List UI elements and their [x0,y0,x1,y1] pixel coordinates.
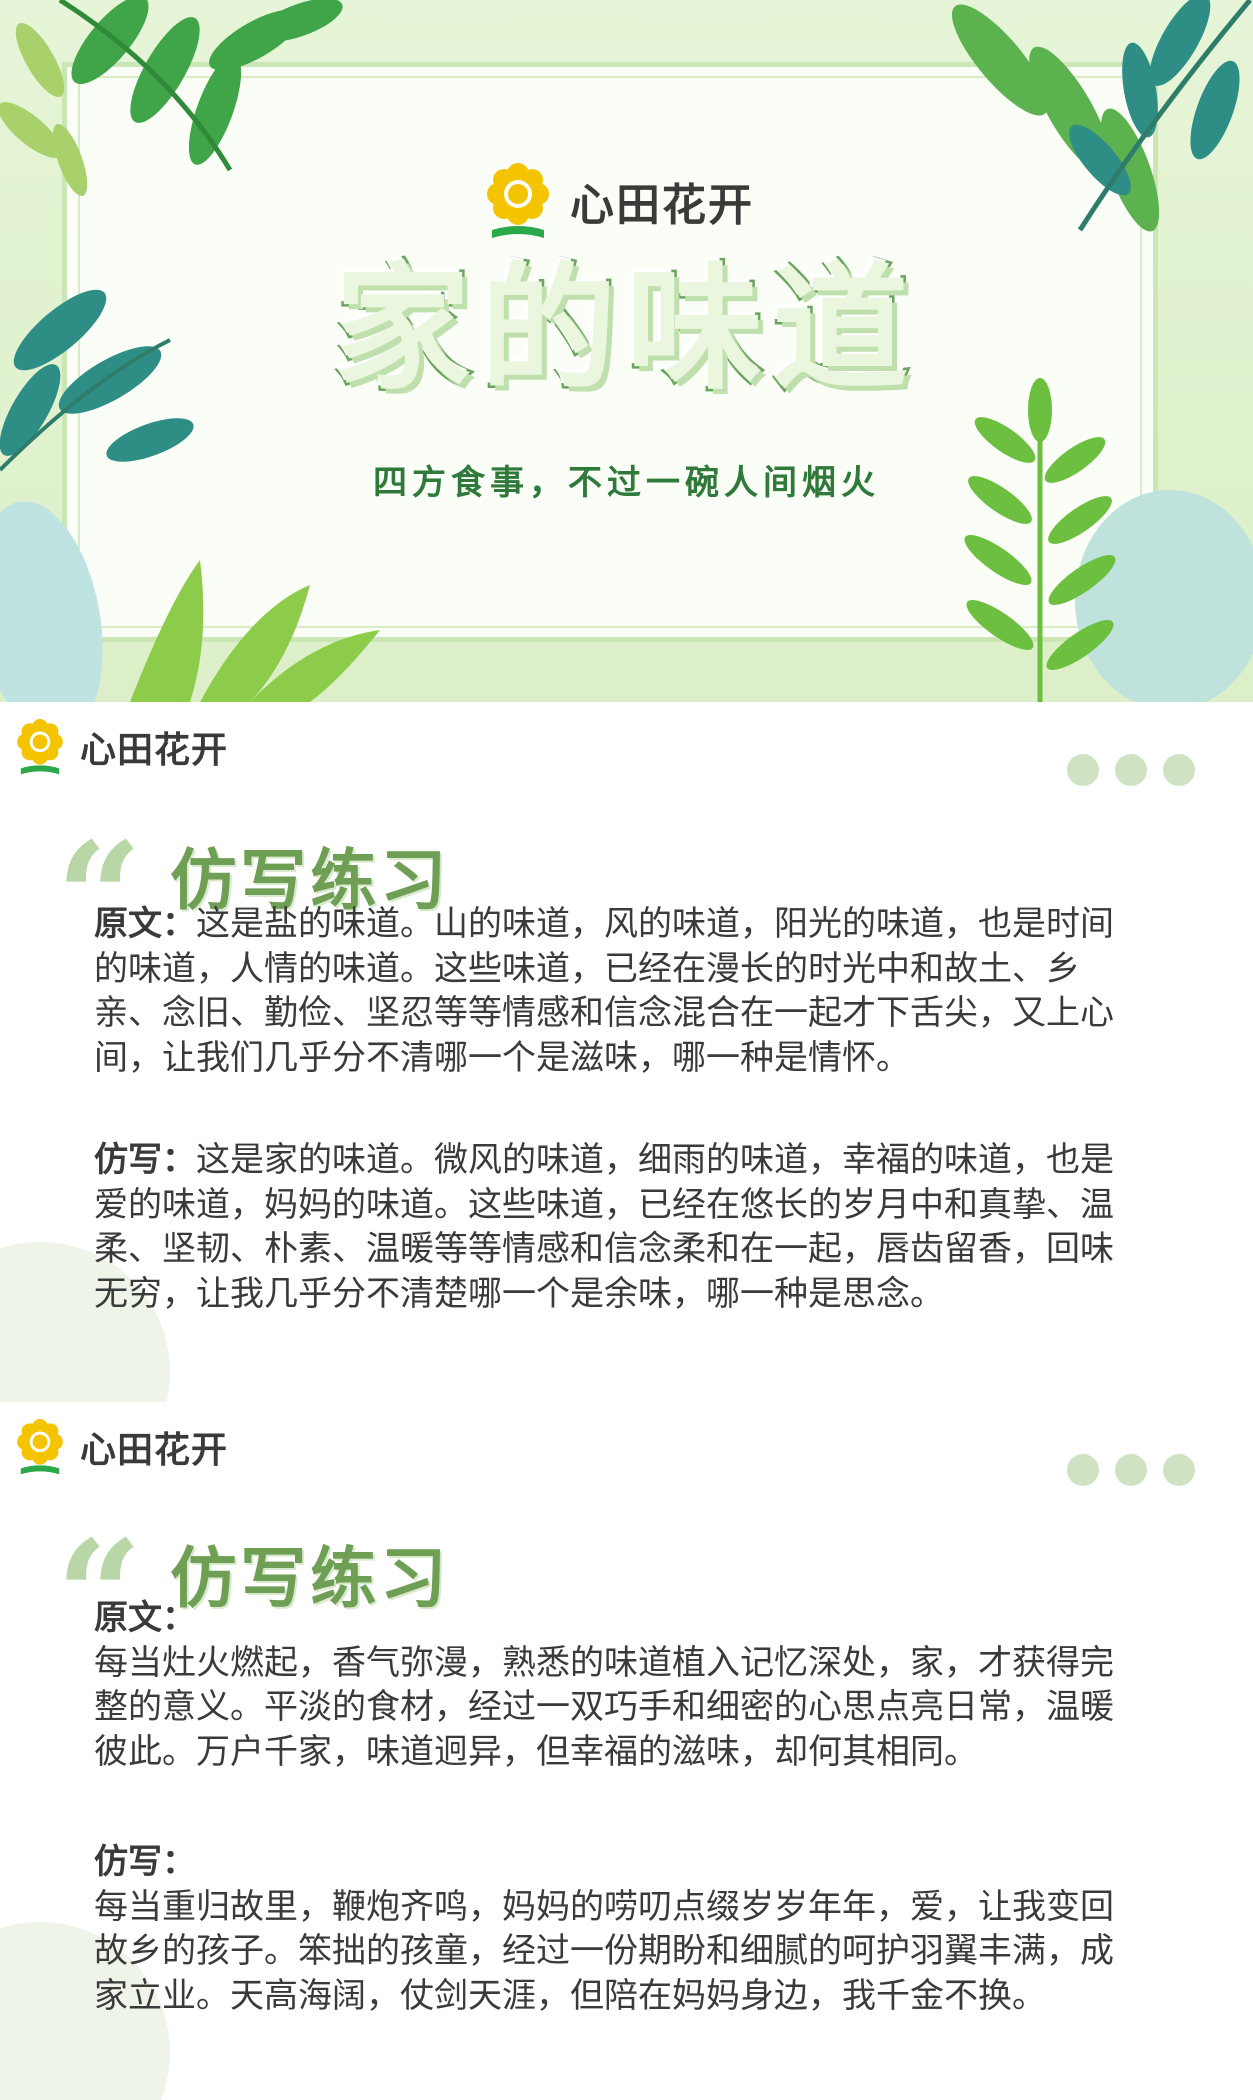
sunflower-logo-icon [17,719,63,775]
pagination-dots [1067,754,1195,786]
imitation-text: 每当重归故里，鞭炮齐鸣，妈妈的唠叨点缀岁岁年年，爱，让我变回故乡的孩子。笨拙的孩… [94,1886,1114,2016]
original-paragraph: 原文： 每当灶火燃起，香气弥漫，熟悉的味道植入记忆深处，家，才获得完整的意义。平淡… [94,1596,1134,1774]
dot [1163,1454,1195,1486]
original-label: 原文： [94,904,196,944]
brand-header: 心田花开 [480,158,754,244]
dot [1067,754,1099,786]
brand-name: 心田花开 [80,1430,229,1471]
section-brand: 心田花开 [12,1414,228,1480]
imitation-paragraph: 仿写： 每当重归故里，鞭炮齐鸣，妈妈的唠叨点缀岁岁年年，爱，让我变回故乡的孩子。笨… [94,1840,1134,2018]
brand-name: 心田花开 [570,180,754,231]
imitation-paragraph: 仿写：这是家的味道。微风的味道，细雨的味道，幸福的味道，也是爱的味道，妈妈的味道… [94,1138,1134,1316]
dot [1163,754,1195,786]
original-paragraph: 原文：这是盐的味道。山的味道，风的味道，阳光的味道，也是时间的味道，人情的味道。… [94,902,1134,1080]
exercise-section-2: 心田花开 “ 仿写练习 原文： 每当灶火燃起，香气弥漫，熟悉的味道植入记忆深处，家… [0,1402,1253,2100]
banner: 心田花开 家的味道 四方食事，不过一碗人间烟火 [0,0,1253,702]
section-brand: 心田花开 [12,714,228,780]
dot [1115,1454,1147,1486]
original-text: 每当灶火燃起，香气弥漫，熟悉的味道植入记忆深处，家，才获得完整的意义。平淡的食材… [94,1642,1114,1772]
exercise-section-1: 心田花开 “ 仿写练习 原文：这是盐的味道。山的味道，风的味道，阳光的味道，也是… [0,702,1253,1402]
original-text: 这是盐的味道。山的味道，风的味道，阳光的味道，也是时间的味道，人情的味道。这些味… [94,904,1114,1078]
page-title: 家的味道 [332,249,919,412]
imitation-text: 这是家的味道。微风的味道，细雨的味道，幸福的味道，也是爱的味道，妈妈的味道。这些… [94,1140,1114,1314]
brand-name: 心田花开 [80,730,229,771]
sunflower-logo-icon [17,1419,63,1475]
imitation-label: 仿写： [94,1842,196,1882]
imitation-label: 仿写： [94,1140,196,1180]
pagination-dots [1067,1454,1195,1486]
original-label: 原文： [94,1598,196,1638]
dot [1067,1454,1099,1486]
sunflower-logo-icon [487,163,549,238]
page-subtitle: 四方食事，不过一碗人间烟火 [373,463,880,503]
dot [1115,754,1147,786]
